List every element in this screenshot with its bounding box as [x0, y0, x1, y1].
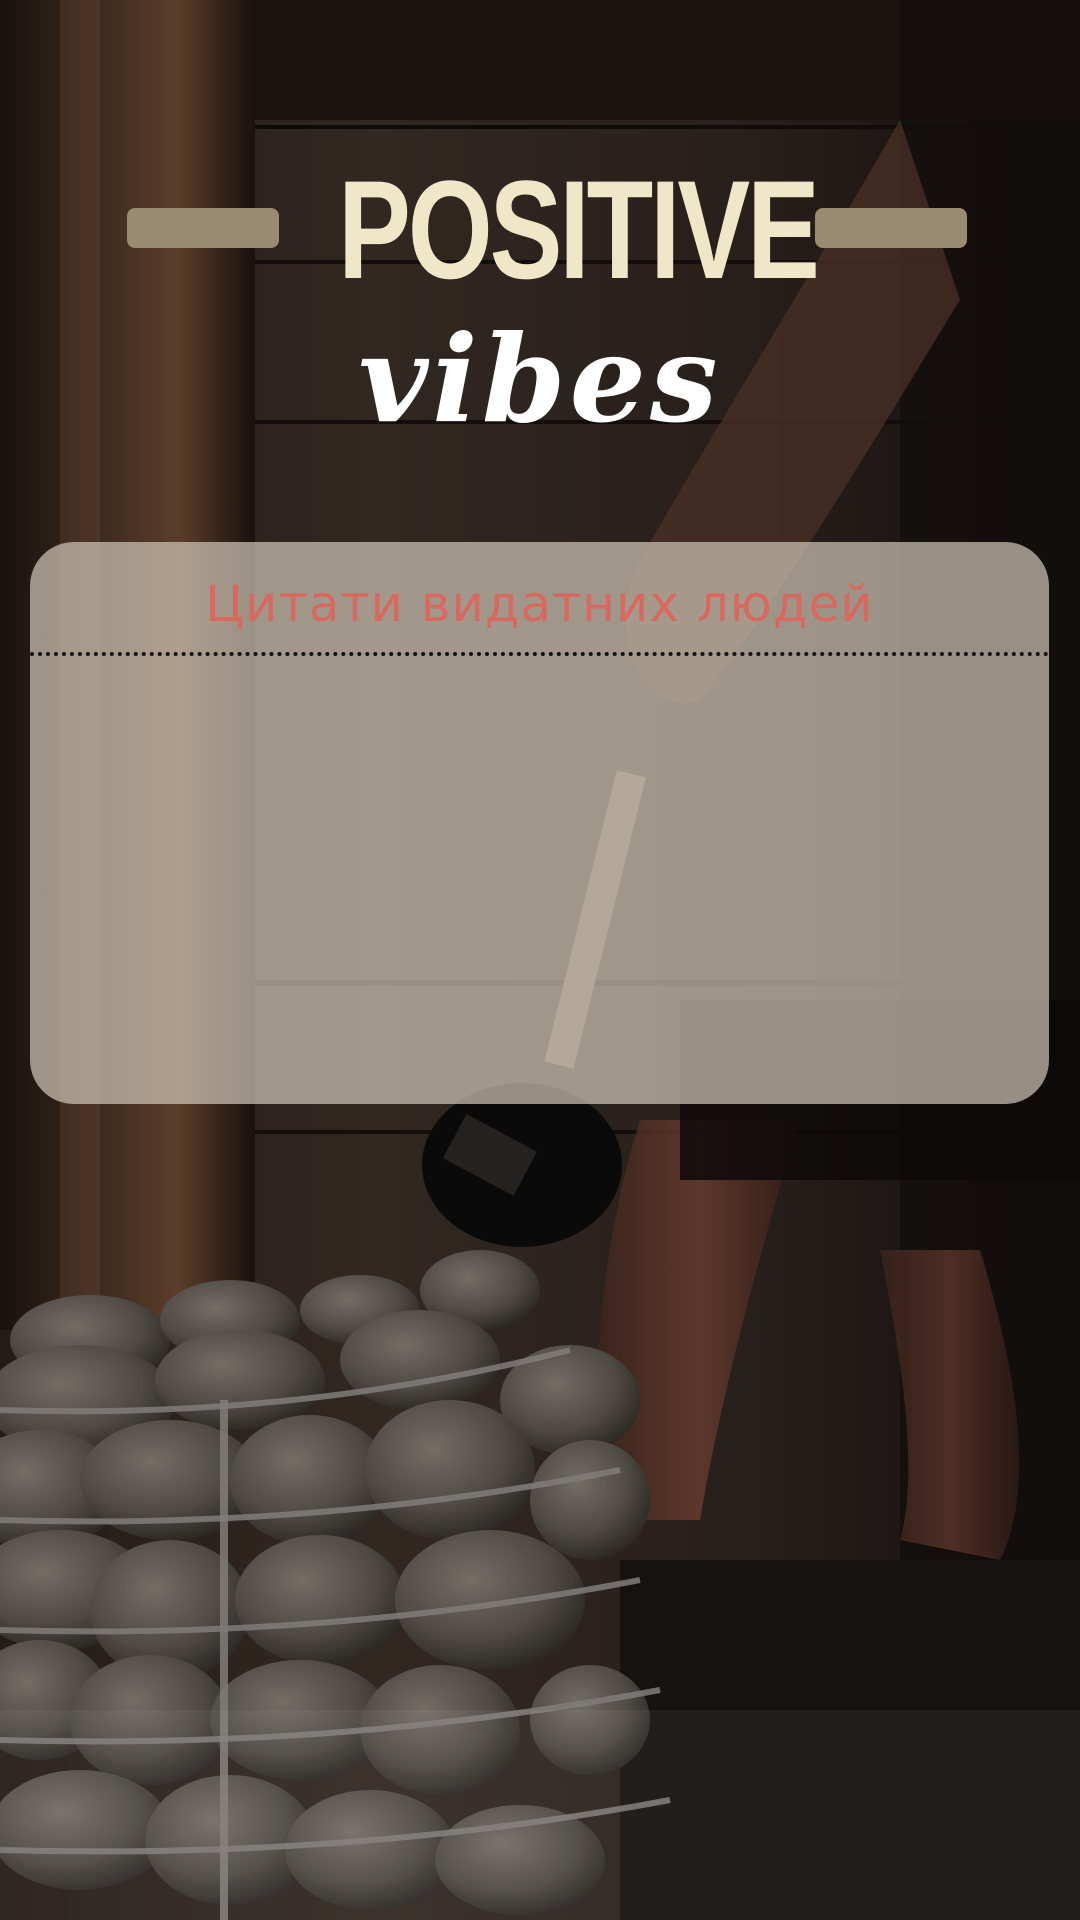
- story-canvas: POSITIVE vibes Цитати видатних людей: [0, 0, 1080, 1920]
- title-main: POSITIVE: [338, 151, 820, 308]
- quote-card-heading: Цитати видатних людей: [205, 575, 874, 633]
- quote-card: Цитати видатних людей: [30, 542, 1049, 1104]
- title-decor-bar-left: [127, 208, 279, 248]
- title-decor-bar-right: [815, 208, 967, 248]
- title-script: vibes: [358, 309, 722, 450]
- background-bottom-band: [0, 1710, 1080, 1920]
- quote-card-divider: [30, 652, 1049, 656]
- quote-card-body[interactable]: [70, 682, 1009, 1072]
- title-block: POSITIVE: [0, 150, 1080, 310]
